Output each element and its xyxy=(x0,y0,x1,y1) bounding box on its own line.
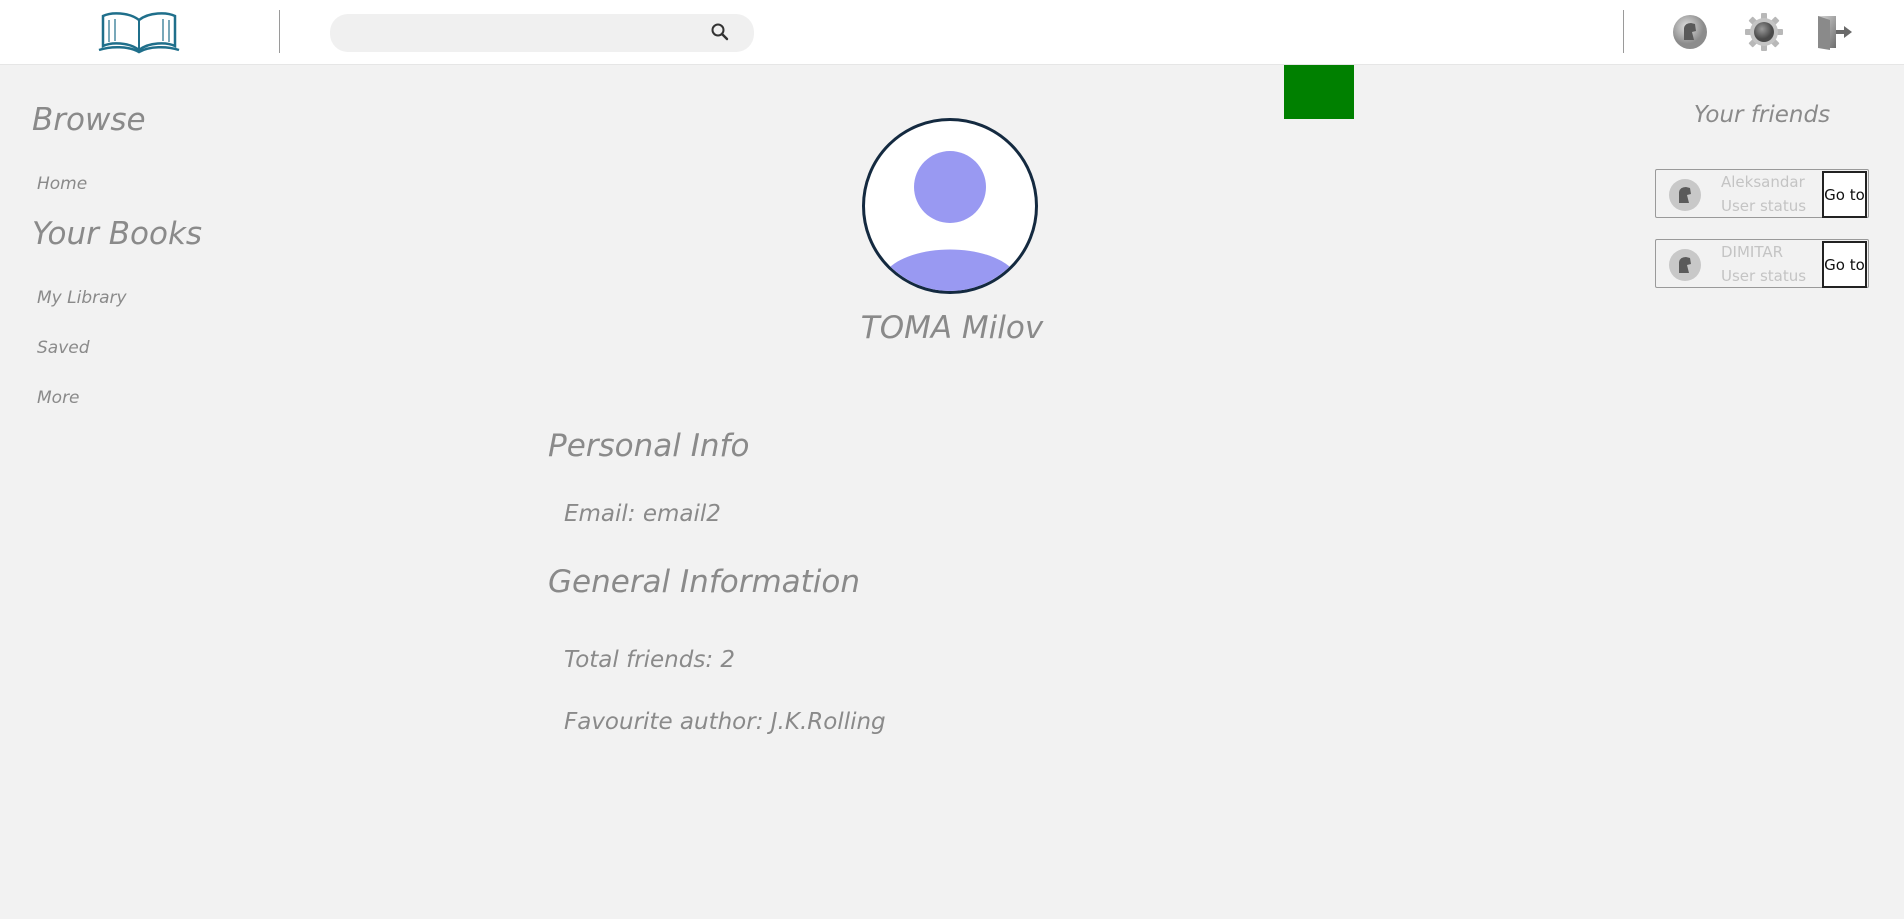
user-avatar-icon[interactable] xyxy=(1670,12,1710,52)
friend-name: Aleksandar xyxy=(1721,173,1805,191)
gear-icon[interactable] xyxy=(1744,12,1784,52)
profile-avatar xyxy=(862,118,1038,294)
friend-status: User status xyxy=(1721,197,1807,215)
top-navbar xyxy=(0,0,1904,65)
general-info-title: General Information xyxy=(548,564,861,600)
personal-info-title: Personal Info xyxy=(548,428,750,464)
friend-card: Aleksandar User status Go to xyxy=(1655,169,1869,218)
friend-status: User status xyxy=(1721,267,1807,285)
email-line: Email: email2 xyxy=(564,501,721,527)
goto-friend-button[interactable]: Go to xyxy=(1822,171,1867,218)
sidebar-item-my-library[interactable]: My Library xyxy=(37,288,127,308)
logout-door-icon[interactable] xyxy=(1814,12,1854,52)
sidebar-item-more[interactable]: More xyxy=(37,388,80,408)
header-divider-left xyxy=(279,10,280,53)
open-book-icon[interactable] xyxy=(97,8,181,54)
friend-card: DIMITAR User status Go to xyxy=(1655,239,1869,288)
sidebar-heading-browse: Browse xyxy=(32,102,146,138)
friend-avatar-icon xyxy=(1669,249,1701,281)
total-friends-line: Total friends: 2 xyxy=(564,647,736,673)
sidebar-item-home[interactable]: Home xyxy=(37,174,87,194)
profile-name: TOMA Milov xyxy=(860,310,1044,346)
search-input[interactable] xyxy=(330,14,754,52)
goto-friend-button[interactable]: Go to xyxy=(1822,241,1867,288)
green-block xyxy=(1284,65,1354,119)
friend-name: DIMITAR xyxy=(1721,243,1784,261)
search-icon[interactable] xyxy=(709,21,731,43)
friends-title: Your friends xyxy=(1693,102,1831,128)
friend-avatar-icon xyxy=(1669,179,1701,211)
sidebar-heading-your-books: Your Books xyxy=(32,216,203,252)
favourite-author-line: Favourite author: J.K.Rolling xyxy=(564,709,886,735)
default-user-icon xyxy=(880,151,1020,291)
header-divider-right xyxy=(1623,10,1624,53)
